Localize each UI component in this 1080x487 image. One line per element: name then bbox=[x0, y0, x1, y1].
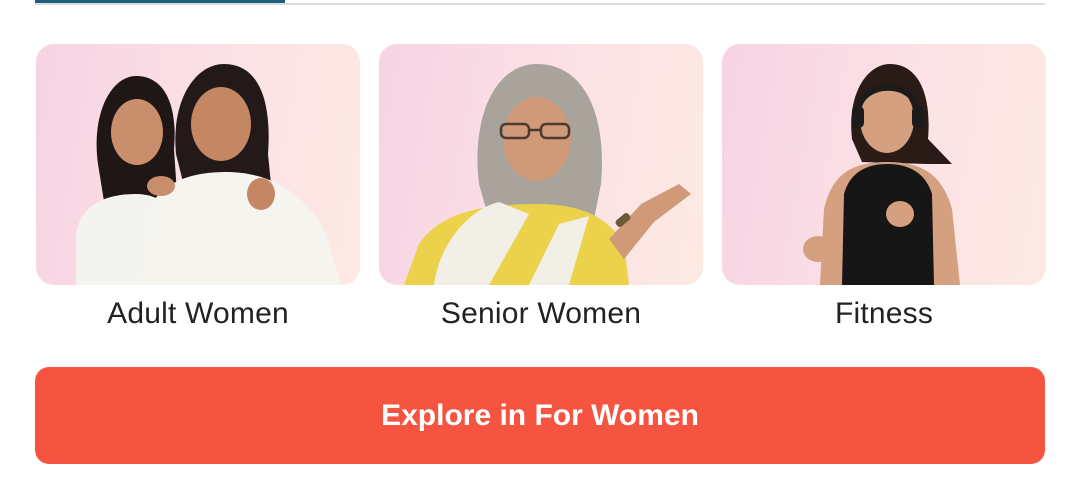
category-card-senior-women[interactable]: Senior Women bbox=[379, 44, 703, 331]
category-card-fitness[interactable]: Fitness bbox=[722, 44, 1046, 331]
for-women-section: Adult Women Senior Women Fitness Explore… bbox=[0, 0, 1080, 487]
category-label: Senior Women bbox=[440, 297, 642, 330]
tab-bar bbox=[35, 0, 1045, 6]
tab-divider bbox=[35, 3, 1045, 5]
category-label: Fitness bbox=[834, 297, 934, 330]
active-tab-indicator bbox=[35, 0, 285, 3]
senior-women-photo-icon bbox=[379, 44, 703, 285]
fitness-photo-icon bbox=[722, 44, 1046, 285]
category-card-adult-women[interactable]: Adult Women bbox=[36, 44, 360, 331]
adult-women-photo-icon bbox=[36, 44, 360, 285]
category-label: Adult Women bbox=[107, 297, 289, 330]
category-cards: Adult Women Senior Women Fitness bbox=[36, 44, 1046, 331]
explore-for-women-button[interactable]: Explore in For Women bbox=[35, 367, 1045, 464]
